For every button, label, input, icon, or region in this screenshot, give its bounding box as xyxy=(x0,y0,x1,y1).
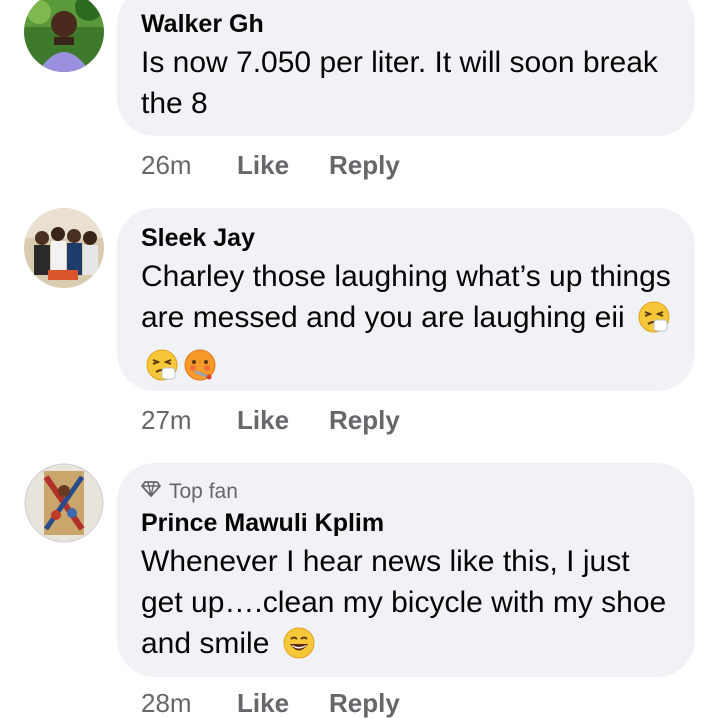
sneezing-face-icon xyxy=(637,300,671,345)
face-with-thermometer-icon xyxy=(183,348,217,393)
avatar[interactable] xyxy=(24,0,104,72)
comment-bubble: Walker Gh Is now 7.050 per liter. It wil… xyxy=(117,0,695,136)
comment-author[interactable]: Prince Mawuli Kplim xyxy=(141,507,671,539)
comment-bubble: Sleek Jay Charley those laughing what’s … xyxy=(117,208,695,391)
comment-text-body: Charley those laughing what’s up things … xyxy=(141,260,671,334)
avatar[interactable] xyxy=(24,208,104,288)
comment-text: Is now 7.050 per liter. It will soon bre… xyxy=(141,46,658,120)
reply-button[interactable]: Reply xyxy=(329,405,400,436)
comment-timestamp[interactable]: 27m xyxy=(141,405,237,436)
comment-text: Charley those laughing what’s up things … xyxy=(141,256,671,393)
reply-button[interactable]: Reply xyxy=(329,150,400,181)
comment-author[interactable]: Walker Gh xyxy=(141,8,671,40)
comment-timestamp[interactable]: 28m xyxy=(141,688,237,719)
like-button[interactable]: Like xyxy=(237,688,329,719)
like-button[interactable]: Like xyxy=(237,150,329,181)
comment-text: Whenever I hear news like this, I just g… xyxy=(141,541,671,671)
comment-author[interactable]: Sleek Jay xyxy=(141,222,671,254)
comment-timestamp[interactable]: 26m xyxy=(141,150,237,181)
diamond-icon xyxy=(141,480,161,504)
badge-label: Top fan xyxy=(169,480,238,503)
avatar[interactable] xyxy=(24,463,104,543)
top-fan-badge[interactable]: Top fan xyxy=(141,477,671,507)
grinning-face-icon xyxy=(282,626,316,671)
comment-bubble: Top fan Prince Mawuli Kplim Whenever I h… xyxy=(117,463,695,677)
comment-actions: 28m Like Reply xyxy=(141,688,400,719)
like-button[interactable]: Like xyxy=(237,405,329,436)
comment-text-body: Whenever I hear news like this, I just g… xyxy=(141,545,667,660)
comment-actions: 26m Like Reply xyxy=(141,150,400,181)
reply-button[interactable]: Reply xyxy=(329,688,400,719)
sneezing-face-icon xyxy=(145,348,179,393)
comment-actions: 27m Like Reply xyxy=(141,405,400,436)
